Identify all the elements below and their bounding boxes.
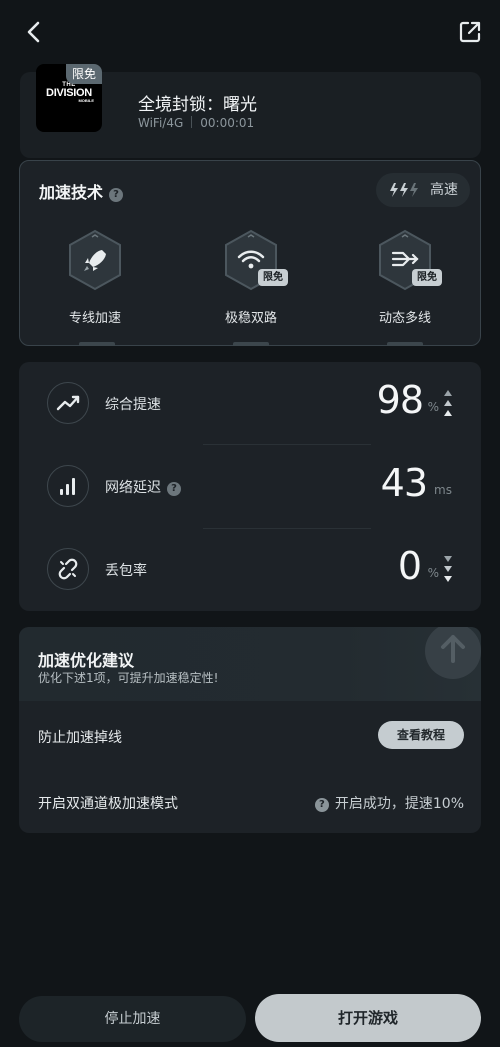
game-card: THE DIVISION MOBILE 限免 全境封锁：曙光 WiFi/4G 00… (20, 64, 481, 158)
tab-indicator (233, 342, 269, 346)
stat-value: 43 (380, 461, 428, 505)
help-icon[interactable]: ? (109, 188, 124, 202)
tech-item-label: 专线加速 (68, 311, 121, 326)
optimization-advice-card: 加速优化建议 优化下述1项，可提升加速稳定性! 防止加速掉线 查看教程 开启双通… (19, 627, 481, 833)
signal-bars-icon (60, 478, 75, 495)
stat-icon-circle (47, 382, 89, 424)
help-icon[interactable]: ? (314, 798, 329, 812)
open-game-button[interactable]: 打开游戏 (255, 994, 481, 1042)
connection-info: WiFi/4G 00:00:01 (138, 116, 254, 130)
triple-up-arrow-icon (444, 390, 452, 416)
game-title: 全境封锁：曙光 (138, 95, 257, 115)
triple-down-arrow-icon (444, 556, 452, 582)
stat-unit: % (427, 400, 439, 414)
share-button[interactable] (456, 18, 484, 46)
view-tutorial-button[interactable]: 查看教程 (378, 721, 464, 749)
advice-header: 加速优化建议 优化下述1项，可提升加速稳定性! (19, 627, 481, 701)
stat-value: 98 (376, 378, 424, 422)
stat-icon-circle (47, 548, 89, 590)
divider (191, 116, 193, 128)
network-type: WiFi/4G (138, 116, 184, 130)
tech-item-label: 动态多线 (378, 311, 431, 326)
chevron-left-icon (27, 21, 40, 43)
free-badge: 限免 (66, 64, 102, 84)
game-logo: THE DIVISION MOBILE (46, 82, 94, 103)
stat-icon-circle (47, 465, 89, 507)
stat-unit: ms (434, 483, 452, 497)
tech-title-text: 加速技术 (39, 183, 104, 202)
stat-label: 综合提速 (105, 397, 161, 413)
advice-title: 加速优化建议 (38, 651, 135, 670)
tab-indicator (387, 342, 423, 346)
back-button[interactable] (20, 18, 48, 46)
tech-title: 加速技术? (39, 179, 124, 203)
free-badge: 限免 (412, 269, 442, 286)
game-cover[interactable]: THE DIVISION MOBILE 限免 (36, 64, 102, 132)
tech-item-dynamic-multiline[interactable]: 限免 动态多线 (350, 229, 460, 339)
external-link-icon (459, 21, 481, 43)
bottom-action-bar: 停止加速 打开游戏 (0, 990, 500, 1047)
tech-item-dedicated-line[interactable]: 专线加速 (40, 229, 150, 339)
stat-unit: % (427, 566, 439, 580)
stat-label: 丢包率 (105, 563, 147, 579)
advice-status-text: 开启成功，提速10% (334, 796, 464, 812)
stop-acceleration-button[interactable]: 停止加速 (19, 996, 246, 1042)
link-broken-icon (58, 558, 78, 580)
tech-item-dual-path[interactable]: 限免 极稳双路 (196, 229, 306, 339)
tab-indicator (79, 342, 115, 346)
stat-label-text: 网络延迟 (105, 480, 161, 496)
stats-card: 综合提速 98 % 网络延迟? 43 ms 丢包率 0 % (19, 362, 481, 611)
elapsed-time: 00:00:01 (200, 116, 255, 130)
speed-mode-label: 高速 (430, 182, 458, 198)
acceleration-tech-card: 加速技术? 高速 专线加速 限免 极稳双路 限免 动态多线 (19, 160, 481, 346)
stat-value: 0 (397, 544, 422, 588)
advice-item-label: 开启双通道极加速模式 (38, 796, 178, 812)
trend-up-icon (56, 395, 80, 411)
lightning-icon (390, 183, 418, 197)
help-icon[interactable]: ? (167, 482, 181, 496)
stat-row-latency: 网络延迟? 43 ms (19, 445, 481, 529)
stat-label: 网络延迟? (105, 477, 181, 497)
tech-item-label: 极稳双路 (224, 311, 277, 326)
stat-row-packet-loss: 丢包率 0 % (19, 528, 481, 612)
advice-subtitle: 优化下述1项，可提升加速稳定性! (38, 671, 219, 685)
top-bar (0, 0, 500, 64)
advice-item-label: 防止加速掉线 (38, 730, 122, 746)
advice-status: ? 开启成功，提速10% (314, 793, 464, 813)
arrow-up-icon (425, 627, 481, 679)
rocket-icon (69, 229, 121, 291)
stat-row-speedup: 综合提速 98 % (19, 362, 481, 446)
free-badge: 限免 (258, 269, 288, 286)
speed-mode-pill[interactable]: 高速 (376, 173, 470, 207)
